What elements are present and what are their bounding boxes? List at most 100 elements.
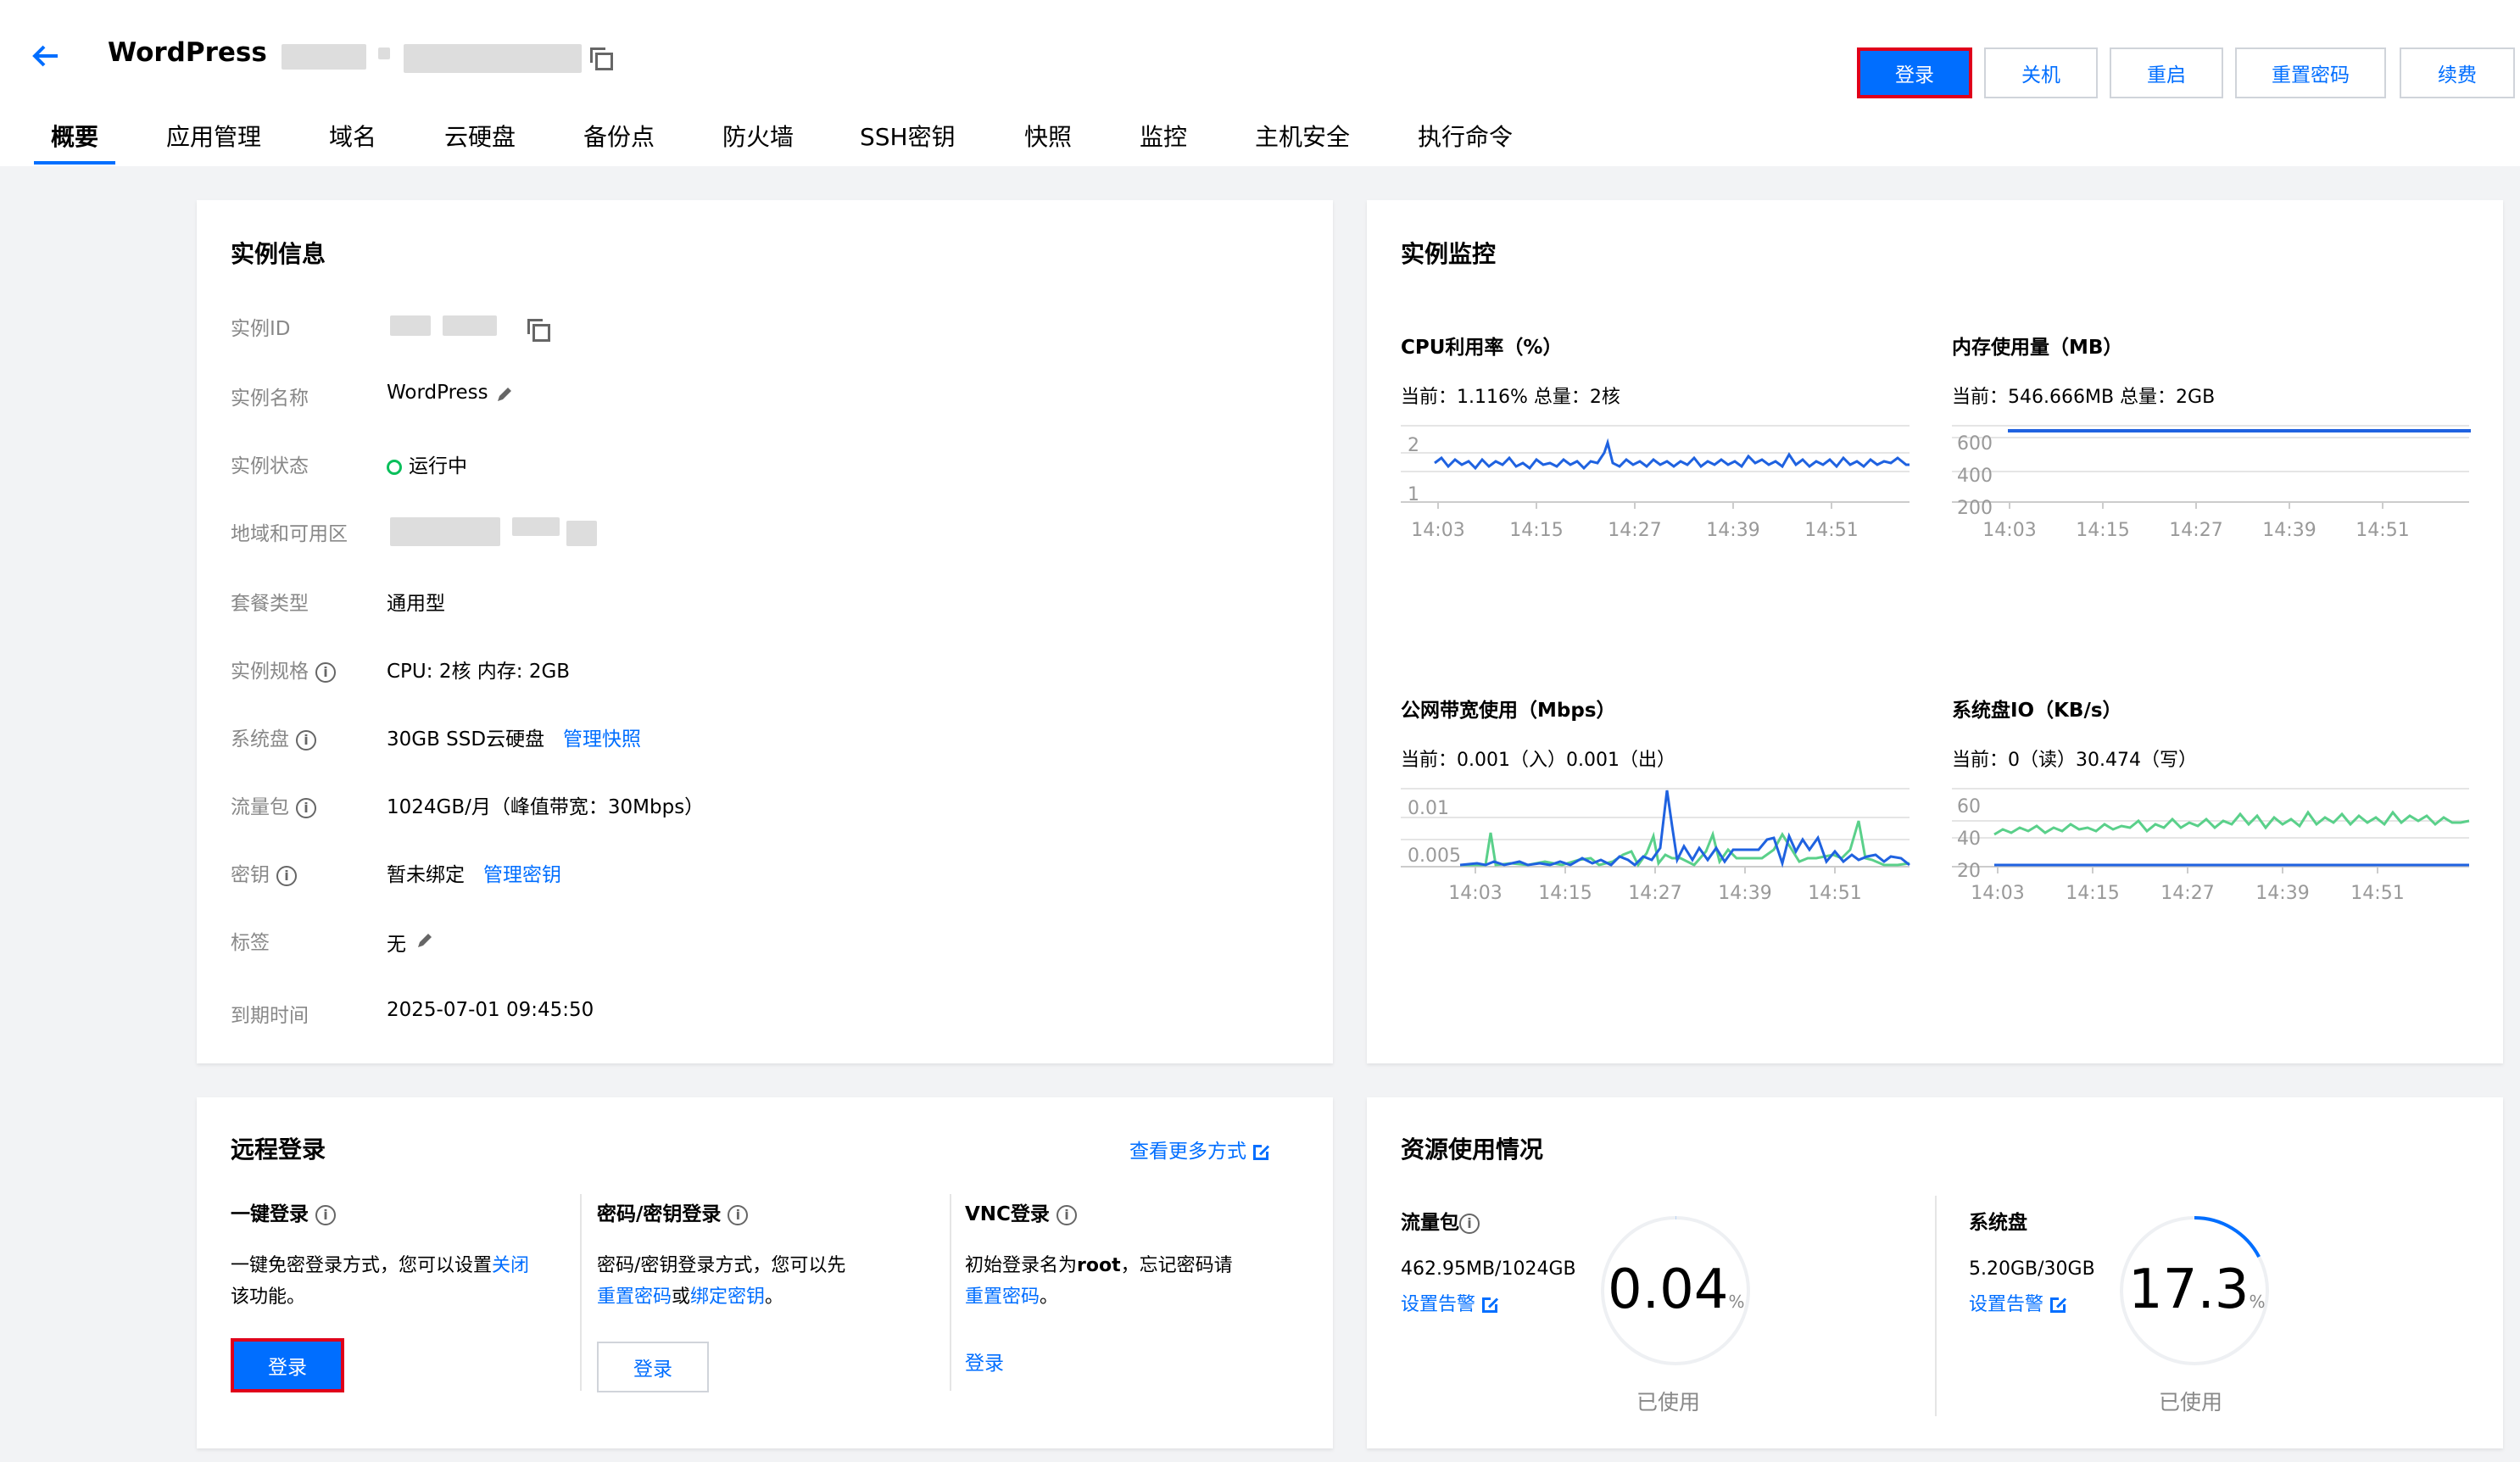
- region-redacted: [390, 517, 500, 546]
- key-label: 密钥 i: [231, 858, 297, 887]
- renew-button[interactable]: 续费: [2400, 47, 2515, 98]
- info-icon[interactable]: i: [296, 797, 316, 818]
- disk-label-text: 系统盘: [231, 728, 289, 751]
- tab-app-management[interactable]: 应用管理: [166, 119, 261, 153]
- tab-run-command[interactable]: 执行命令: [1418, 119, 1513, 153]
- login-button[interactable]: 登录: [1857, 47, 1972, 98]
- bandwidth-outbound-line: [1459, 790, 1910, 868]
- cpu-ytick: 2: [1408, 435, 1419, 456]
- cpu-xtick: 14:39: [1706, 520, 1759, 541]
- memory-xtick: 14:39: [2262, 520, 2316, 541]
- traffic-used-label: 已使用: [1636, 1390, 1701, 1415]
- edit-pencil-icon[interactable]: [415, 931, 434, 950]
- password-title-text: 密码/密钥登录: [597, 1203, 722, 1225]
- bandwidth-xtick: 14:27: [1628, 883, 1681, 904]
- info-icon[interactable]: i: [1459, 1213, 1480, 1234]
- divider: [1935, 1196, 1937, 1416]
- traffic-alert-link[interactable]: 设置告警: [1401, 1289, 1500, 1316]
- reset-password-link[interactable]: 重置密码: [597, 1286, 672, 1308]
- disk-used-label: 已使用: [2159, 1390, 2223, 1415]
- copy-icon[interactable]: [588, 46, 613, 70]
- tab-firewall[interactable]: 防火墙: [722, 119, 794, 153]
- disk-usage-title: 系统盘: [1969, 1212, 2027, 1234]
- vnc-desc: 初始登录名为root，忘记密码请 重置密码。: [965, 1250, 1321, 1313]
- package-type-value: 通用型: [387, 593, 445, 615]
- reset-password-button[interactable]: 重置密码: [2235, 47, 2386, 98]
- manage-snapshot-link[interactable]: 管理快照: [563, 728, 641, 751]
- instance-spec-value: CPU: 2核 内存: 2GB: [387, 661, 571, 683]
- instance-name-label: 实例名称: [231, 388, 309, 410]
- tab-overview[interactable]: 概要: [51, 119, 98, 153]
- tab-domain[interactable]: 域名: [329, 119, 376, 153]
- shutdown-button[interactable]: 关机: [1984, 47, 2098, 98]
- password-login-button[interactable]: 登录: [597, 1342, 709, 1392]
- bandwidth-xtick: 14:03: [1448, 883, 1502, 904]
- expire-time-label: 到期时间: [231, 1005, 309, 1027]
- more-methods-text[interactable]: 查看更多方式: [1129, 1141, 1246, 1163]
- bandwidth-xtick: 14:15: [1538, 883, 1592, 904]
- info-icon[interactable]: i: [315, 661, 336, 683]
- info-icon[interactable]: i: [276, 865, 297, 886]
- traffic-percent-text: 0.04: [1608, 1258, 1729, 1321]
- cpu-xtick: 14:03: [1411, 520, 1464, 541]
- memory-xtick: 14:51: [2356, 520, 2409, 541]
- restart-button[interactable]: 重启: [2110, 47, 2223, 98]
- copy-icon[interactable]: [526, 317, 550, 342]
- one-click-login-button[interactable]: 登录: [231, 1338, 344, 1392]
- info-icon[interactable]: i: [296, 729, 316, 751]
- diskio-xaxis: 14:03 14:15 14:27 14:39 14:51: [1971, 867, 2405, 904]
- bandwidth-ytick: 0.005: [1408, 845, 1461, 867]
- key-label-text: 密钥: [231, 864, 270, 886]
- one-click-desc-end: 该功能。: [231, 1286, 306, 1308]
- back-arrow-icon[interactable]: [29, 39, 63, 73]
- set-alert-text[interactable]: 设置告警: [1969, 1294, 2043, 1315]
- tab-snapshot[interactable]: 快照: [1024, 119, 1072, 153]
- traffic-usage-title: 流量包 i: [1401, 1206, 1480, 1235]
- key-value: 暂未绑定 管理密钥: [387, 858, 561, 887]
- traffic-usage-percent: 0.04%: [1608, 1258, 1745, 1321]
- bind-key-link[interactable]: 绑定密钥: [690, 1286, 765, 1308]
- disable-one-click-link[interactable]: 关闭: [492, 1255, 529, 1276]
- cpu-chart-title: CPU利用率（%）: [1401, 337, 1563, 359]
- tab-host-security[interactable]: 主机安全: [1255, 119, 1350, 153]
- memory-current: 当前：546.666MB 总量：2GB: [1952, 387, 2216, 408]
- vnc-title-text: VNC登录: [965, 1203, 1050, 1225]
- password-desc-text: 密码/密钥登录方式，您可以先: [597, 1255, 846, 1276]
- set-alert-text[interactable]: 设置告警: [1401, 1294, 1475, 1315]
- instance-status-label: 实例状态: [231, 455, 309, 477]
- memory-xaxis: 14:03 14:15 14:27 14:39 14:51: [1982, 502, 2410, 541]
- instance-info-title: 实例信息: [231, 240, 326, 268]
- more-methods-link[interactable]: 查看更多方式: [1129, 1135, 1270, 1163]
- info-icon[interactable]: i: [1056, 1204, 1077, 1225]
- info-icon[interactable]: i: [315, 1204, 336, 1225]
- diskio-xtick: 14:27: [2160, 883, 2214, 904]
- one-click-desc-text: 一键免密登录方式，您可以设置: [231, 1255, 493, 1276]
- status-text: 运行中: [409, 455, 467, 477]
- disk-usage-percent: 17.3%: [2128, 1258, 2266, 1321]
- percent-unit: %: [2249, 1292, 2266, 1312]
- disk-alert-link[interactable]: 设置告警: [1969, 1289, 2068, 1316]
- cpu-xtick: 14:27: [1608, 520, 1661, 541]
- tab-monitor[interactable]: 监控: [1140, 119, 1187, 153]
- or-text: 或: [672, 1286, 691, 1308]
- system-disk-value: 30GB SSD云硬盘 管理快照: [387, 723, 641, 751]
- bandwidth-xaxis: 14:03 14:15 14:27 14:39 14:51: [1448, 867, 1862, 904]
- monitor-title: 实例监控: [1401, 240, 1497, 268]
- cpu-current: 当前：1.116% 总量：2核: [1401, 387, 1620, 408]
- tab-backup[interactable]: 备份点: [583, 119, 655, 153]
- divider: [580, 1194, 582, 1391]
- vnc-reset-password-link[interactable]: 重置密码: [965, 1286, 1040, 1308]
- traffic-usage-value: 462.95MB/1024GB: [1401, 1258, 1576, 1280]
- manage-key-link[interactable]: 管理密钥: [483, 864, 561, 886]
- tab-cloud-disk[interactable]: 云硬盘: [444, 119, 516, 153]
- percent-unit: %: [1728, 1292, 1745, 1312]
- tab-ssh-key[interactable]: SSH密钥: [860, 119, 956, 153]
- instance-name-value: WordPress: [387, 382, 488, 404]
- info-icon[interactable]: i: [728, 1204, 749, 1225]
- period-text: 。: [765, 1286, 784, 1308]
- vnc-login-link[interactable]: 登录: [965, 1347, 1004, 1376]
- edit-pencil-icon[interactable]: [495, 385, 514, 404]
- instance-id-redacted: [390, 315, 431, 336]
- diskio-current: 当前：0（读）30.474（写）: [1952, 750, 2197, 771]
- bandwidth-chart: 0.01 0.005 14:03 14:15 14:27 14:39 14:51: [1401, 788, 1910, 904]
